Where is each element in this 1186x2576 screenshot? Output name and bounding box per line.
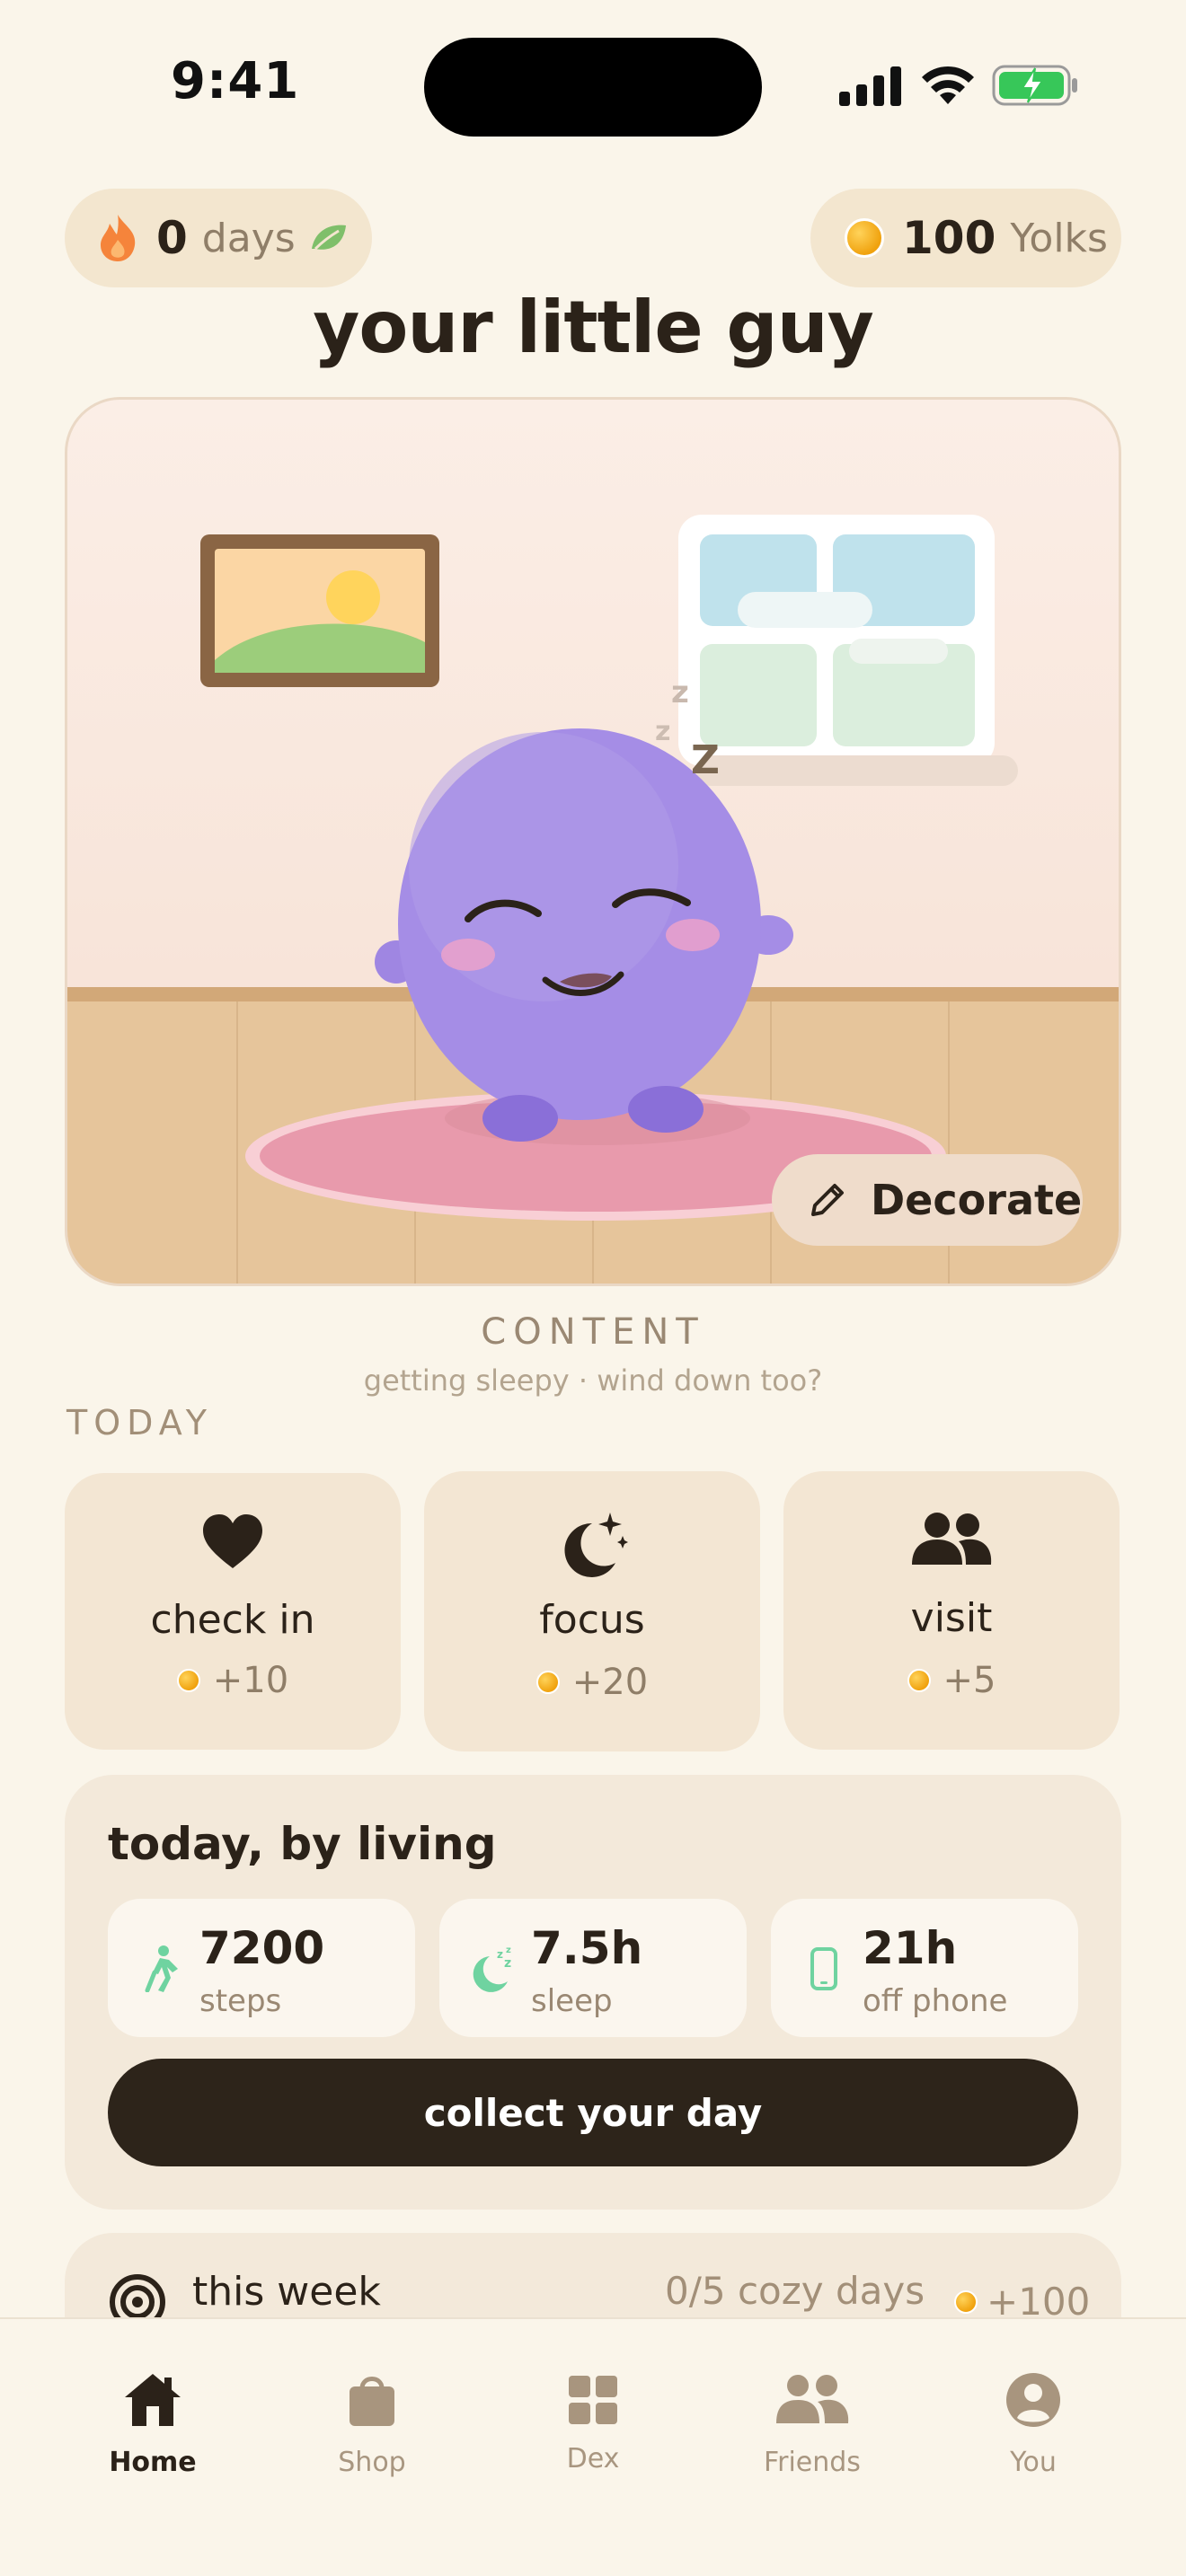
yolks-unit: Yolks <box>1010 215 1108 261</box>
living-card: today, by living 7200 steps z z z 7.5h s… <box>65 1775 1121 2210</box>
window <box>678 515 1018 786</box>
yolk-coin-icon <box>845 218 884 258</box>
flame-icon <box>101 215 136 261</box>
yolks-balance-pill[interactable]: 100 Yolks <box>810 189 1121 287</box>
tab-shop[interactable]: Shop <box>282 2364 462 2478</box>
stat-value: 7.5h <box>531 1922 643 1974</box>
yolk-coin-icon <box>907 1669 931 1692</box>
task-reward: +20 <box>424 1662 760 1703</box>
tab-label: Friends <box>764 2447 861 2478</box>
yolk-coin-icon <box>535 1671 560 1694</box>
today-section-label: TODAY <box>66 1403 213 1442</box>
pet-room-scene[interactable]: z z Z Decorate <box>65 397 1121 1286</box>
tab-label: Dex <box>566 2443 620 2475</box>
home-icon <box>125 2374 181 2426</box>
task-label: visit <box>910 1595 993 1641</box>
people-icon <box>912 1513 992 1565</box>
grid-icon <box>569 2376 617 2424</box>
heart-icon <box>203 1514 262 1568</box>
stat-label: off phone <box>863 1983 1008 2019</box>
pencil-icon <box>811 1184 844 1216</box>
tab-dex[interactable]: Dex <box>503 2364 683 2475</box>
bag-icon <box>350 2377 394 2426</box>
streak-unit: days <box>201 215 296 261</box>
wifi-icon <box>922 66 974 104</box>
yolk-coin-icon <box>954 2289 978 2314</box>
stat-off-phone: 21h off phone <box>771 1899 1078 2037</box>
tab-label: You <box>1010 2447 1057 2478</box>
dynamic-island <box>424 38 762 137</box>
decorate-label: Decorate <box>871 1176 1083 1224</box>
yolk-coin-icon <box>176 1669 200 1692</box>
task-card-focus[interactable]: focus +20 <box>424 1471 760 1751</box>
task-card-check-in[interactable]: check in +10 <box>65 1473 401 1750</box>
sleep-z-small: z <box>655 716 671 747</box>
task-label: focus <box>539 1597 645 1643</box>
tab-friends[interactable]: Friends <box>722 2364 902 2478</box>
yolks-count: 100 <box>902 212 996 264</box>
collect-day-button[interactable]: collect your day <box>108 2059 1078 2166</box>
room-illustration <box>200 515 1018 1221</box>
streak-pill[interactable]: 0 days <box>65 189 372 287</box>
weekly-progress: 0/5 cozy days <box>665 2269 925 2313</box>
sleep-z-medium: z <box>671 675 689 710</box>
sunset-picture-frame <box>200 534 439 687</box>
battery-charging-icon <box>992 65 1077 106</box>
leaf-icon <box>311 225 346 251</box>
sleep-moon-icon: z z z <box>473 1945 511 1992</box>
mood-label: CONTENT <box>481 1311 705 1353</box>
sleep-z-large: Z <box>691 737 720 783</box>
profile-icon <box>1006 2373 1060 2427</box>
phone-icon <box>810 1947 837 1990</box>
mood-subtitle: getting sleepy · wind down too? <box>363 1363 823 1398</box>
stat-value: 7200 <box>199 1922 325 1974</box>
svg-text:z: z <box>497 1948 503 1961</box>
svg-text:z: z <box>504 1956 511 1971</box>
task-reward-value: +10 <box>212 1660 289 1701</box>
moon-sparkle-icon <box>564 1513 628 1577</box>
living-title: today, by living <box>108 1818 497 1870</box>
task-reward-value: +20 <box>571 1662 649 1703</box>
task-reward: +5 <box>783 1660 1120 1701</box>
streak-count: 0 <box>156 212 188 264</box>
pet-creature <box>375 728 793 1142</box>
walking-icon <box>145 1945 178 1992</box>
status-time: 9:41 <box>171 52 300 110</box>
tab-home[interactable]: Home <box>63 2364 243 2478</box>
stat-steps: 7200 steps <box>108 1899 415 2037</box>
task-reward: +10 <box>65 1660 401 1701</box>
task-reward-value: +5 <box>943 1660 996 1701</box>
tab-you[interactable]: You <box>943 2364 1123 2478</box>
page-title: your little guy <box>313 286 874 369</box>
bottom-tab-bar: Home Shop Dex Friends You <box>0 2317 1186 2576</box>
friends-icon <box>776 2375 849 2423</box>
stat-sleep: z z z 7.5h sleep <box>439 1899 747 2037</box>
decorate-button[interactable]: Decorate <box>772 1154 1083 1246</box>
cellular-signal-icon <box>839 66 901 106</box>
weekly-title: this week <box>192 2269 381 2315</box>
svg-text:z: z <box>506 1945 511 1955</box>
stat-label: sleep <box>531 1983 613 2019</box>
task-label: check in <box>150 1597 315 1643</box>
task-card-visit[interactable]: visit +5 <box>783 1471 1120 1750</box>
stat-value: 21h <box>863 1922 958 1974</box>
tab-label: Shop <box>338 2447 406 2478</box>
stat-label: steps <box>199 1983 282 2019</box>
tab-label: Home <box>109 2447 197 2478</box>
